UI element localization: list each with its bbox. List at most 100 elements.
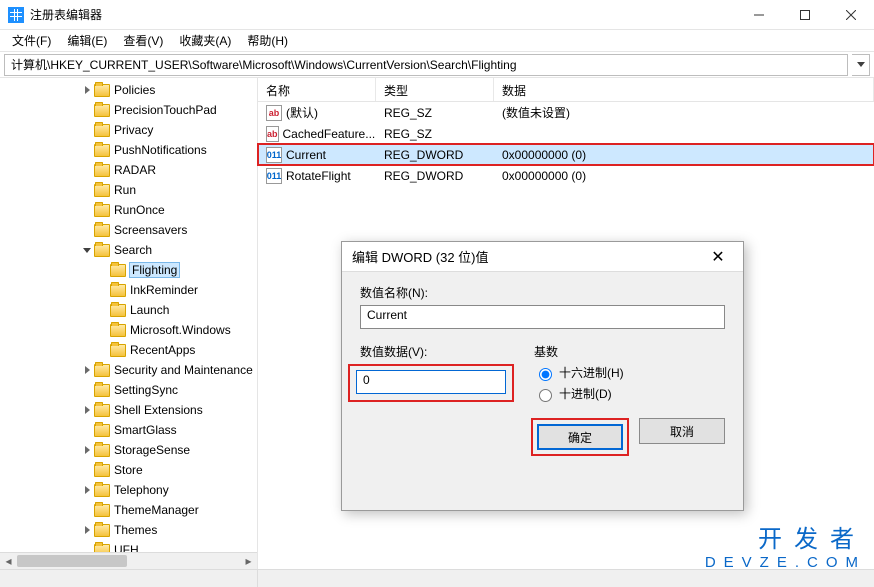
value-type: REG_DWORD	[376, 148, 494, 162]
folder-icon	[110, 344, 126, 357]
menu-favorites[interactable]: 收藏夹(A)	[171, 30, 239, 51]
chevron-right-icon[interactable]	[80, 406, 94, 414]
list-row[interactable]: 011CurrentREG_DWORD0x00000000 (0)	[258, 144, 874, 165]
chevron-right-icon[interactable]	[80, 446, 94, 454]
tree-item[interactable]: Privacy	[0, 120, 257, 140]
list-row[interactable]: abCachedFeature...REG_SZ	[258, 123, 874, 144]
radix-hex-radio[interactable]: 十六进制(H)	[534, 364, 624, 381]
menu-file[interactable]: 文件(F)	[4, 30, 59, 51]
scroll-right-arrow[interactable]: ▸	[240, 553, 257, 569]
tree-item-label: Flighting	[130, 263, 179, 277]
ok-button-highlight: 确定	[531, 418, 629, 456]
tree-item[interactable]: Search	[0, 240, 257, 260]
folder-icon	[94, 384, 110, 397]
address-dropdown[interactable]	[852, 54, 870, 76]
tree-item[interactable]: Policies	[0, 80, 257, 100]
minimize-button[interactable]	[736, 0, 782, 30]
tree-item[interactable]: Security and Maintenance	[0, 360, 257, 380]
tree-item-label: RADAR	[114, 163, 156, 177]
tree-item-label: Themes	[114, 523, 157, 537]
window-title: 注册表编辑器	[30, 6, 736, 23]
list-header: 名称 类型 数据	[258, 78, 874, 102]
tree-item-label: ThemeManager	[114, 503, 199, 517]
tree-item[interactable]: Telephony	[0, 480, 257, 500]
tree-horizontal-scrollbar[interactable]: ◂ ▸	[0, 552, 257, 569]
folder-icon	[94, 404, 110, 417]
tree-item[interactable]: Launch	[0, 300, 257, 320]
value-data-input[interactable]: 0	[356, 370, 506, 394]
dialog-titlebar[interactable]: 编辑 DWORD (32 位)值 ✕	[342, 242, 743, 272]
scroll-thumb[interactable]	[17, 555, 127, 567]
tree-item[interactable]: Microsoft.Windows	[0, 320, 257, 340]
radio-hex-icon[interactable]	[539, 368, 552, 381]
tree-item-label: Launch	[130, 303, 169, 317]
scroll-left-arrow[interactable]: ◂	[0, 553, 17, 569]
value-type: REG_SZ	[376, 106, 494, 120]
tree-item[interactable]: Flighting	[0, 260, 257, 280]
tree-item[interactable]: Screensavers	[0, 220, 257, 240]
title-bar: 注册表编辑器	[0, 0, 874, 30]
folder-icon	[94, 364, 110, 377]
folder-icon	[94, 204, 110, 217]
tree-item[interactable]: Shell Extensions	[0, 400, 257, 420]
value-type: REG_DWORD	[376, 169, 494, 183]
tree-item[interactable]: Store	[0, 460, 257, 480]
tree-item[interactable]: SettingSync	[0, 380, 257, 400]
folder-icon	[94, 464, 110, 477]
radio-dec-icon[interactable]	[539, 389, 552, 402]
tree-item-label: Telephony	[114, 483, 169, 497]
folder-icon	[94, 244, 110, 257]
dialog-title: 编辑 DWORD (32 位)值	[352, 247, 703, 266]
ok-button[interactable]: 确定	[537, 424, 623, 450]
radix-dec-radio[interactable]: 十进制(D)	[534, 385, 624, 402]
tree-item[interactable]: RunOnce	[0, 200, 257, 220]
folder-icon	[94, 124, 110, 137]
value-name: (默认)	[286, 104, 318, 121]
maximize-button[interactable]	[782, 0, 828, 30]
tree-item-label: Privacy	[114, 123, 153, 137]
tree-item[interactable]: Run	[0, 180, 257, 200]
chevron-down-icon	[857, 62, 865, 67]
chevron-down-icon[interactable]	[80, 248, 94, 253]
value-data: 0x00000000 (0)	[494, 148, 874, 162]
tree-item[interactable]: PushNotifications	[0, 140, 257, 160]
chevron-right-icon[interactable]	[80, 526, 94, 534]
value-name: RotateFlight	[286, 169, 351, 183]
address-bar: 计算机\HKEY_CURRENT_USER\Software\Microsoft…	[0, 52, 874, 78]
menu-edit[interactable]: 编辑(E)	[59, 30, 115, 51]
folder-icon	[94, 444, 110, 457]
menu-help[interactable]: 帮助(H)	[239, 30, 296, 51]
address-input[interactable]: 计算机\HKEY_CURRENT_USER\Software\Microsoft…	[4, 54, 848, 76]
menu-view[interactable]: 查看(V)	[115, 30, 171, 51]
column-data[interactable]: 数据	[494, 78, 874, 101]
app-icon	[8, 7, 24, 23]
tree-item[interactable]: StorageSense	[0, 440, 257, 460]
radix-group-label: 基数	[534, 343, 624, 360]
list-row[interactable]: 011RotateFlightREG_DWORD0x00000000 (0)	[258, 165, 874, 186]
list-row[interactable]: ab(默认)REG_SZ(数值未设置)	[258, 102, 874, 123]
folder-icon	[94, 424, 110, 437]
tree-item-label: Run	[114, 183, 136, 197]
dword-value-icon: 011	[266, 147, 282, 163]
chevron-right-icon[interactable]	[80, 86, 94, 94]
tree-item[interactable]: RecentApps	[0, 340, 257, 360]
chevron-right-icon[interactable]	[80, 486, 94, 494]
dialog-close-button[interactable]: ✕	[703, 247, 733, 267]
close-button[interactable]	[828, 0, 874, 30]
column-type[interactable]: 类型	[376, 78, 494, 101]
tree-item[interactable]: ThemeManager	[0, 500, 257, 520]
folder-icon	[94, 184, 110, 197]
folder-icon	[110, 264, 126, 277]
value-name-input[interactable]: Current	[360, 305, 725, 329]
window-bottom-strip	[0, 569, 874, 587]
tree-item[interactable]: SmartGlass	[0, 420, 257, 440]
value-name: CachedFeature...	[283, 127, 376, 141]
tree-item[interactable]: InkReminder	[0, 280, 257, 300]
chevron-right-icon[interactable]	[80, 366, 94, 374]
tree-item[interactable]: Themes	[0, 520, 257, 540]
cancel-button[interactable]: 取消	[639, 418, 725, 444]
tree-item[interactable]: RADAR	[0, 160, 257, 180]
tree-item[interactable]: PrecisionTouchPad	[0, 100, 257, 120]
tree-panel: PoliciesPrecisionTouchPad Privacy PushNoti…	[0, 78, 258, 569]
column-name[interactable]: 名称	[258, 78, 376, 101]
